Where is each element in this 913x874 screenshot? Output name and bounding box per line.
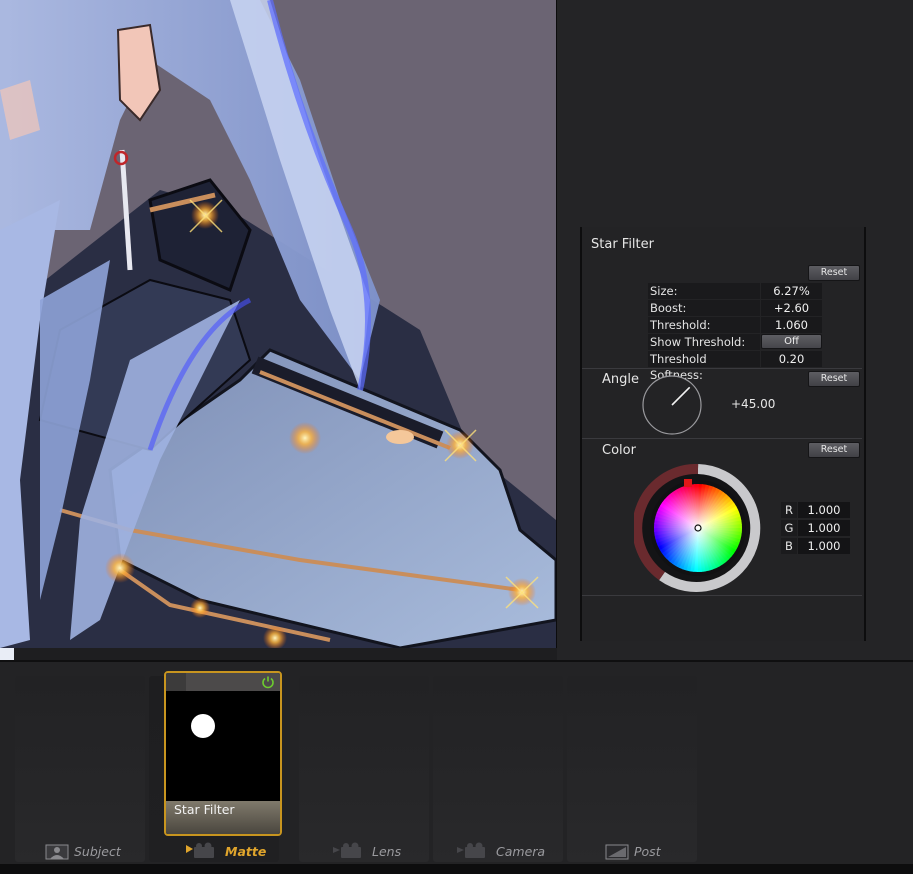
separator: [582, 595, 862, 596]
preview-image: [0, 0, 556, 648]
angle-label: Angle: [602, 372, 639, 387]
r-channel-label: R: [781, 502, 797, 518]
show-threshold-label: Show Threshold:: [648, 334, 760, 350]
star-filter-title: Star Filter: [591, 237, 654, 252]
tab-subject[interactable]: Subject: [74, 844, 121, 859]
threshold-value-field[interactable]: 1.060: [761, 317, 822, 333]
lens-camera-icon: [333, 842, 361, 858]
b-channel-value-field[interactable]: 1.000: [798, 538, 850, 554]
star-filter-card-title: Star Filter: [166, 801, 280, 834]
bottom-bar: [0, 864, 913, 874]
color-wheel[interactable]: [634, 464, 762, 592]
camera-icon: [457, 842, 485, 858]
param-size: Size: 6.27%: [648, 283, 822, 299]
portrait-icon: [45, 844, 69, 860]
color-reset-button[interactable]: Reset: [808, 442, 860, 458]
matte-preview-dot: [191, 714, 215, 738]
r-channel-value-field[interactable]: 1.000: [798, 502, 850, 518]
angle-value: +45.00: [731, 397, 776, 411]
tray-column-subject[interactable]: [15, 676, 145, 862]
angle-dial[interactable]: [641, 374, 703, 436]
param-show-threshold: Show Threshold: Off: [648, 334, 822, 350]
show-threshold-toggle[interactable]: Off: [761, 334, 822, 349]
star-filter-card[interactable]: Star Filter: [164, 671, 282, 836]
boost-value-field[interactable]: +2.60: [761, 300, 822, 316]
post-icon: [605, 844, 629, 860]
power-icon[interactable]: [261, 675, 275, 689]
separator: [582, 368, 862, 369]
tab-matte[interactable]: Matte: [225, 844, 266, 859]
tab-post[interactable]: Post: [634, 844, 661, 859]
param-threshold-softness: Threshold Softness: 0.20: [648, 351, 822, 382]
tray-column-camera[interactable]: [433, 676, 563, 862]
g-channel-value-field[interactable]: 1.000: [798, 520, 850, 536]
separator: [582, 438, 862, 439]
tab-camera[interactable]: Camera: [496, 844, 545, 859]
image-viewer[interactable]: [0, 0, 557, 648]
card-header-handle: [166, 673, 186, 691]
threshold-label: Threshold:: [648, 317, 760, 333]
size-label: Size:: [648, 283, 760, 299]
threshold-softness-label: Threshold Softness:: [648, 351, 760, 382]
boost-label: Boost:: [648, 300, 760, 316]
threshold-softness-value-field[interactable]: 0.20: [761, 351, 822, 367]
angle-reset-button[interactable]: Reset: [808, 371, 860, 387]
star-filter-reset-button[interactable]: Reset: [808, 265, 860, 281]
tray-column-post[interactable]: [567, 676, 697, 862]
size-value-field[interactable]: 6.27%: [761, 283, 822, 299]
tab-lens[interactable]: Lens: [372, 844, 401, 859]
tray-column-lens[interactable]: [299, 676, 429, 862]
viewer-edge: [0, 648, 14, 660]
param-boost: Boost: +2.60: [648, 300, 822, 316]
g-channel-label: G: [781, 520, 797, 536]
matte-camera-icon: [186, 842, 214, 858]
b-channel-label: B: [781, 538, 797, 554]
color-label: Color: [602, 443, 636, 458]
param-threshold: Threshold: 1.060: [648, 317, 822, 333]
